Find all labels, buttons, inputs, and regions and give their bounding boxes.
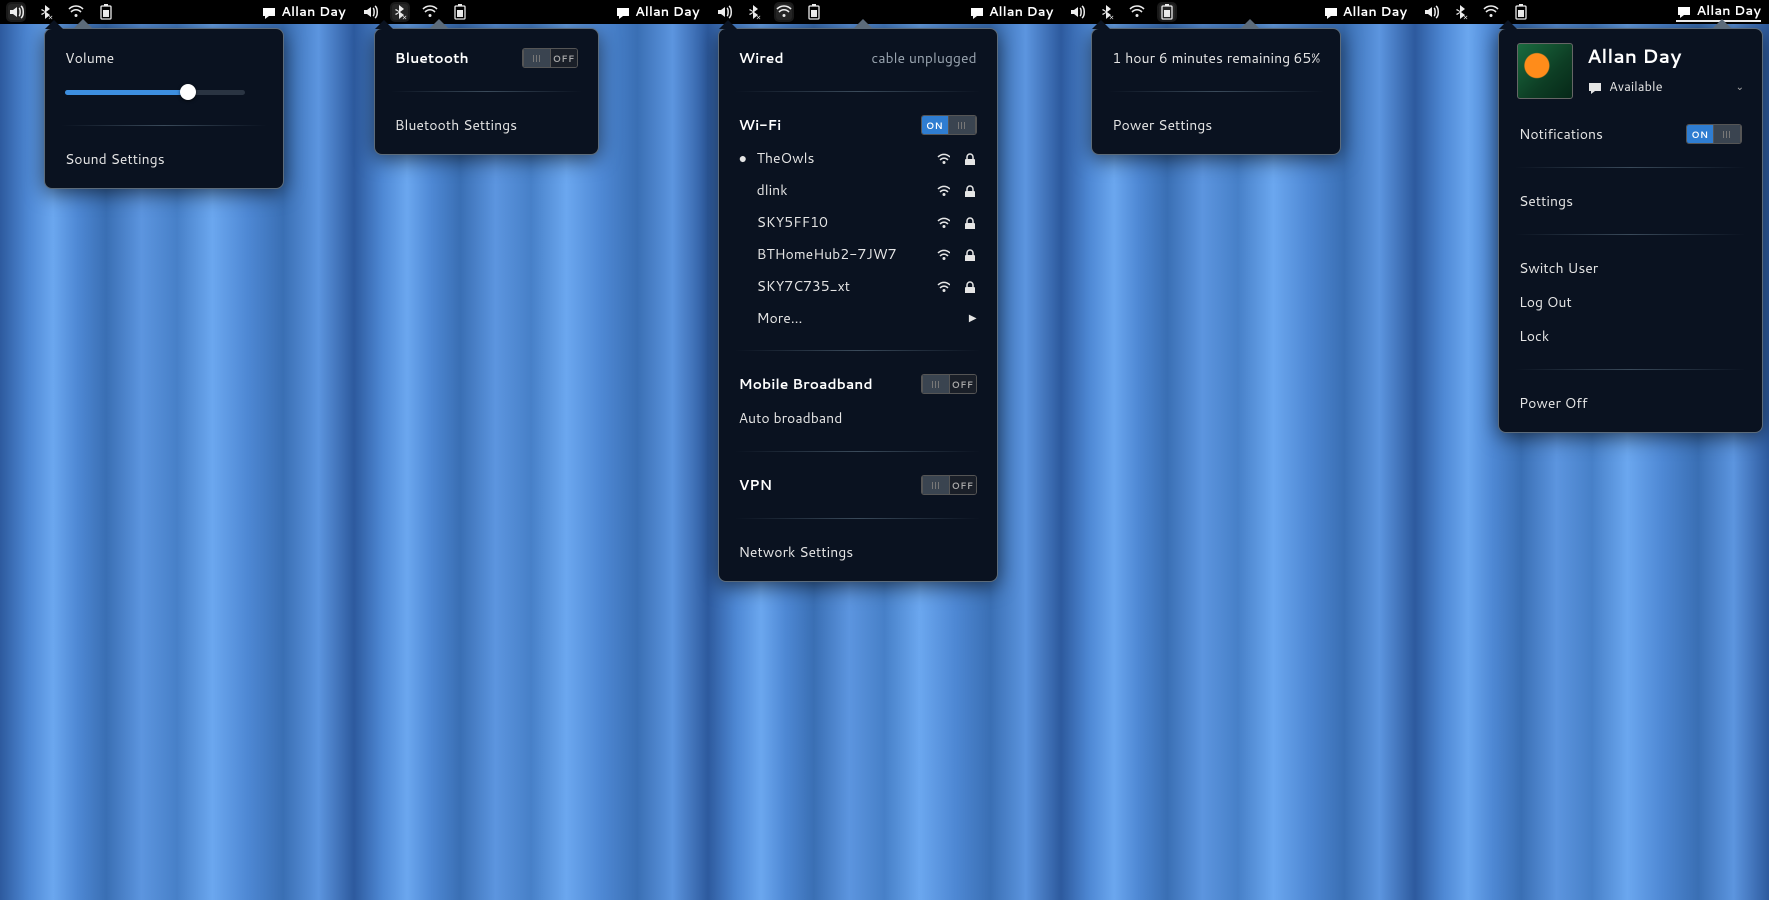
bluetooth-settings-item[interactable]: Bluetooth Settings <box>395 108 578 142</box>
network-settings-item[interactable]: Network Settings <box>739 535 977 569</box>
signal-icon <box>935 215 951 229</box>
wifi-icon[interactable] <box>1129 4 1145 20</box>
notifications-label: Notifications <box>1519 124 1603 144</box>
user-name: Allan Day <box>1587 43 1744 70</box>
volume-icon[interactable] <box>8 4 24 20</box>
mobile-broadband-label: Mobile Broadband <box>739 374 873 394</box>
topbar: Allan Day <box>708 0 1062 24</box>
logout-item[interactable]: Log Out <box>1519 285 1742 319</box>
lock-item[interactable]: Lock <box>1519 319 1742 353</box>
bluetooth-icon[interactable] <box>1099 4 1115 20</box>
chevron-down-icon: ⌄ <box>1736 80 1744 94</box>
sound-popup: Volume Sound Settings <box>44 28 284 189</box>
volume-icon[interactable] <box>716 4 732 20</box>
avatar <box>1517 43 1573 99</box>
column-bluetooth: Allan Day Bluetooth ON OFF Bluetooth Set… <box>354 0 708 900</box>
poweroff-item[interactable]: Power Off <box>1519 386 1742 420</box>
topbar: Allan Day <box>1061 0 1415 24</box>
lock-icon <box>961 248 977 261</box>
wifi-network-item[interactable]: BTHomeHub2-7JW7 <box>739 238 977 270</box>
wifi-icon[interactable] <box>776 4 792 20</box>
wifi-label: Wi-Fi <box>739 115 782 135</box>
mobile-broadband-toggle[interactable]: ON OFF <box>921 374 977 394</box>
mobile-broadband-item[interactable]: Auto broadband <box>739 401 977 435</box>
wifi-ssid: dlink <box>757 180 925 200</box>
active-dot-icon: ● <box>739 148 747 168</box>
signal-icon <box>935 279 951 293</box>
wifi-ssid: SKY7C735_xt <box>757 276 925 296</box>
battery-icon[interactable] <box>806 4 822 20</box>
vpn-label: VPN <box>739 475 772 495</box>
network-popup: Wired cable unplugged Wi-Fi ON OFF ● TheO… <box>718 28 998 582</box>
lock-icon <box>961 184 977 197</box>
signal-icon <box>935 247 951 261</box>
signal-icon <box>935 151 951 165</box>
user-menu-label[interactable]: Allan Day <box>1323 3 1408 21</box>
wifi-more[interactable]: More... ▶ <box>739 302 977 334</box>
bluetooth-toggle[interactable]: ON OFF <box>522 48 578 68</box>
battery-icon[interactable] <box>1159 4 1175 20</box>
user-popup: Allan Day Available ⌄ Notifications ON O… <box>1498 28 1763 433</box>
wifi-network-item[interactable]: ● TheOwls <box>739 142 977 174</box>
column-user: Allan Day Allan Day Available ⌄ Notifica… <box>1415 0 1769 900</box>
wifi-icon[interactable] <box>68 4 84 20</box>
lock-icon <box>961 152 977 165</box>
wifi-network-item[interactable]: dlink <box>739 174 977 206</box>
wifi-icon[interactable] <box>422 4 438 20</box>
wifi-toggle[interactable]: ON OFF <box>921 115 977 135</box>
switch-user-item[interactable]: Switch User <box>1519 251 1742 285</box>
wired-label: Wired <box>739 48 784 68</box>
power-settings-item[interactable]: Power Settings <box>1112 108 1320 142</box>
battery-percent: 65% <box>1294 48 1321 68</box>
lock-icon <box>961 216 977 229</box>
battery-popup: 1 hour 6 minutes remaining 65% Power Set… <box>1091 28 1341 155</box>
user-menu-label[interactable]: Allan Day <box>615 3 700 21</box>
bluetooth-icon[interactable] <box>38 4 54 20</box>
wifi-icon[interactable] <box>1483 4 1499 20</box>
volume-icon[interactable] <box>362 4 378 20</box>
volume-label: Volume <box>65 48 114 68</box>
column-network: Allan Day Wired cable unplugged Wi-Fi ON… <box>708 0 1062 900</box>
bluetooth-icon[interactable] <box>746 4 762 20</box>
battery-icon[interactable] <box>98 4 114 20</box>
settings-item[interactable]: Settings <box>1519 184 1742 218</box>
user-menu-label[interactable]: Allan Day <box>261 3 346 21</box>
column-sound: Allan Day Volume Sound Settings <box>0 0 354 900</box>
volume-icon[interactable] <box>1069 4 1085 20</box>
signal-icon <box>935 183 951 197</box>
sound-settings-item[interactable]: Sound Settings <box>65 142 263 176</box>
wifi-ssid: BTHomeHub2-7JW7 <box>757 244 925 264</box>
volume-icon[interactable] <box>1423 4 1439 20</box>
wifi-ssid: TheOwls <box>757 148 925 168</box>
battery-icon[interactable] <box>452 4 468 20</box>
topbar: Allan Day <box>354 0 708 24</box>
status-selector[interactable]: Available ⌄ <box>1587 78 1744 96</box>
battery-icon[interactable] <box>1513 4 1529 20</box>
bluetooth-popup: Bluetooth ON OFF Bluetooth Settings <box>374 28 599 155</box>
vpn-toggle[interactable]: ON OFF <box>921 475 977 495</box>
battery-remaining: 1 hour 6 minutes remaining <box>1112 48 1290 68</box>
bluetooth-icon[interactable] <box>392 4 408 20</box>
wifi-ssid: SKY5FF10 <box>757 212 925 232</box>
volume-slider[interactable] <box>65 82 245 102</box>
chat-icon <box>1587 80 1601 94</box>
chevron-right-icon: ▶ <box>969 311 977 325</box>
wifi-network-item[interactable]: SKY5FF10 <box>739 206 977 238</box>
column-battery: Allan Day 1 hour 6 minutes remaining 65%… <box>1061 0 1415 900</box>
user-menu-label[interactable]: Allan Day <box>969 3 1054 21</box>
wired-status: cable unplugged <box>871 48 976 68</box>
lock-icon <box>961 280 977 293</box>
bluetooth-header: Bluetooth <box>395 48 469 68</box>
wifi-list: ● TheOwls dlink SKY5FF10 BTHomeHub2-7JW7 SKY7… <box>739 142 977 302</box>
bluetooth-icon[interactable] <box>1453 4 1469 20</box>
notifications-toggle[interactable]: ON OFF <box>1686 124 1742 144</box>
wifi-network-item[interactable]: SKY7C735_xt <box>739 270 977 302</box>
